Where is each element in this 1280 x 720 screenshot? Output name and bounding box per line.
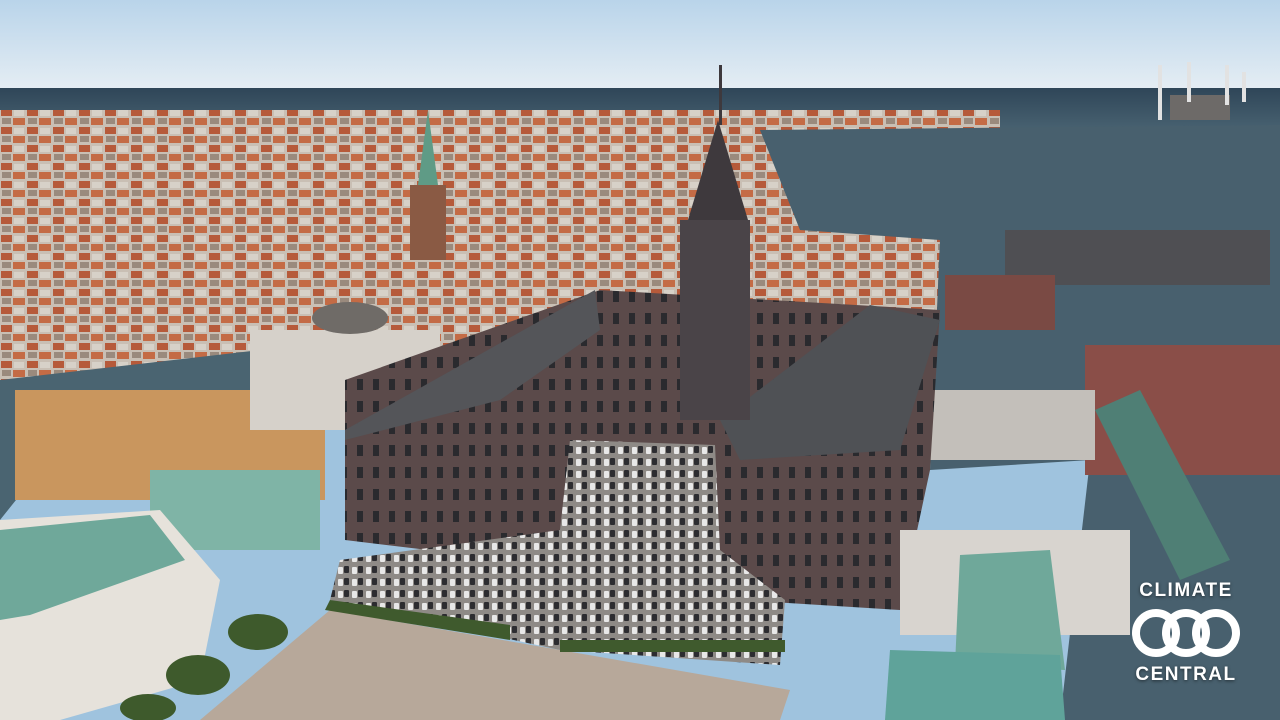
copper-roof-bottom [885,650,1065,720]
hedge-row [560,640,785,652]
red-brick-building [945,275,1055,330]
tree-1 [228,614,288,650]
dome [312,302,388,334]
copper-roof-right [955,550,1065,670]
church-tower [410,185,446,260]
co2-icon [1132,609,1240,657]
logo-line-climate: CLIMATE [1139,580,1233,601]
tree-2 [166,655,230,695]
logo-line-central: CENTRAL [1135,664,1237,685]
aerial-city-scene [0,0,1280,720]
stable-wing [930,390,1095,460]
sky [0,0,1280,92]
climate-central-logo: CLIMATE CENTRAL [1128,580,1244,686]
